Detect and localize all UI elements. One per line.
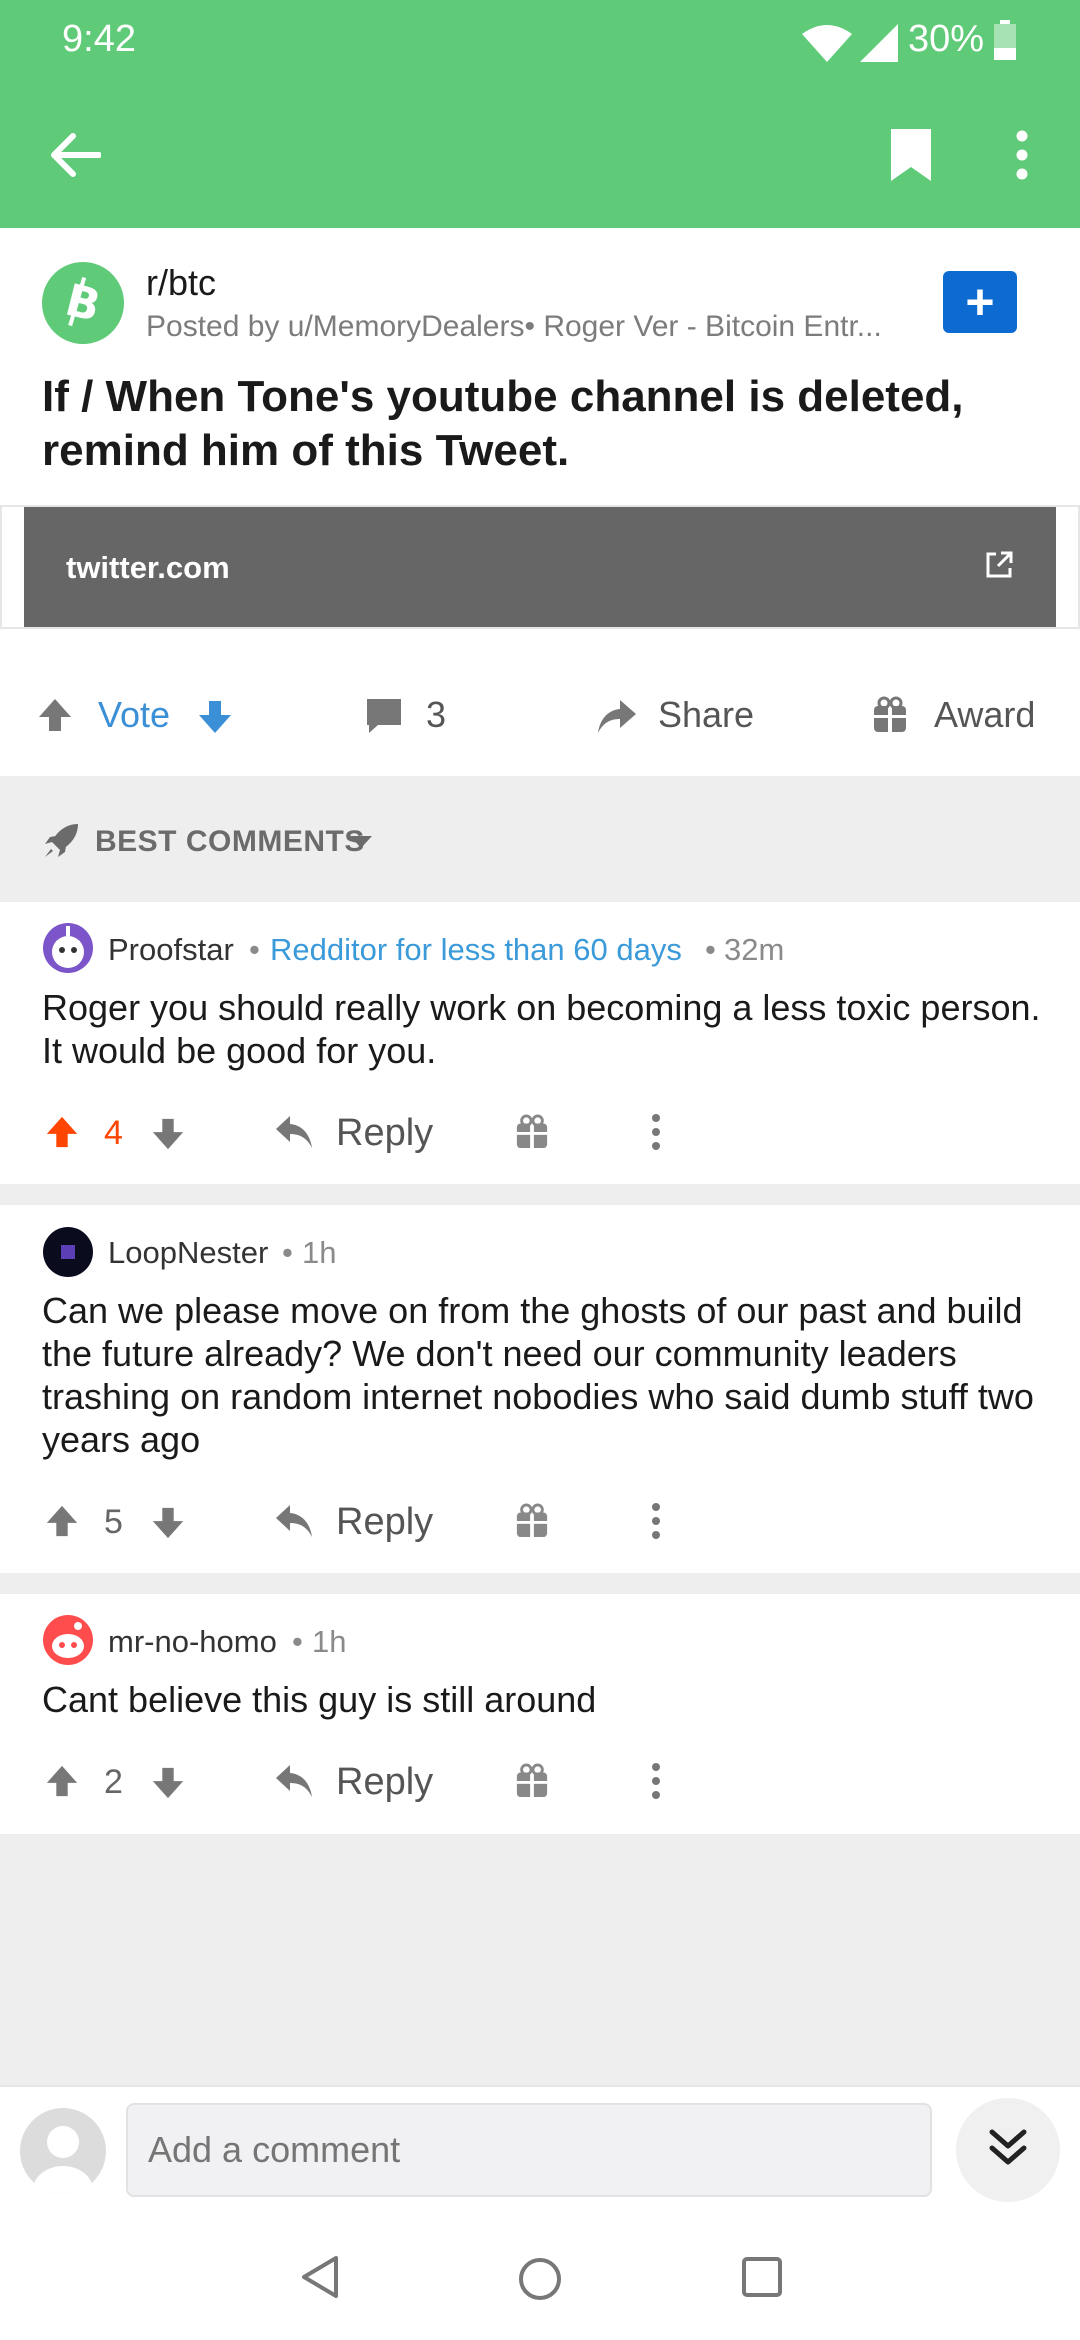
meta-separator: • [292, 1624, 303, 1659]
reply-button[interactable]: Reply [336, 1501, 433, 1544]
reply-icon[interactable] [274, 1114, 314, 1155]
share-label[interactable]: Share [658, 694, 754, 736]
comment-time: 1h [302, 1235, 337, 1270]
upvote-icon[interactable] [44, 1503, 80, 1544]
vote-label: Vote [98, 694, 171, 735]
award-icon[interactable] [515, 1114, 549, 1155]
downvote-icon[interactable] [150, 1116, 186, 1157]
user-avatar[interactable] [20, 2108, 106, 2194]
more-options-icon[interactable] [650, 1112, 662, 1157]
external-link-icon[interactable] [984, 550, 1014, 585]
award-icon[interactable] [515, 1763, 549, 1804]
comment-body: Can we please move on from the ghosts of… [42, 1290, 1034, 1460]
upvote-icon[interactable] [44, 1114, 80, 1155]
reply-button[interactable]: Reply [336, 1112, 433, 1155]
more-options-icon[interactable] [650, 1761, 662, 1806]
upvote-icon[interactable] [44, 1763, 80, 1804]
subreddit-avatar[interactable]: B [42, 262, 124, 344]
comment-score: 5 [104, 1503, 123, 1541]
nav-back-icon[interactable] [298, 2254, 342, 2305]
link-domain[interactable]: twitter.com [66, 550, 230, 586]
author-flair: Redditor for less than 60 days [270, 932, 682, 967]
comment-time: 1h [312, 1624, 347, 1659]
status-time: 9:42 [62, 18, 136, 60]
comment-input[interactable] [126, 2103, 932, 2197]
bookmark-icon[interactable] [880, 120, 942, 190]
battery-percent: 30% [908, 18, 985, 60]
comment-icon[interactable] [364, 696, 404, 741]
comment-body: Roger you should really work on becoming… [42, 987, 1041, 1071]
subreddit-name[interactable]: r/btc [146, 262, 216, 304]
cell-signal-icon [858, 22, 900, 69]
comment-score: 4 [104, 1114, 123, 1152]
wifi-icon [800, 24, 854, 69]
meta-separator: • [282, 1235, 293, 1270]
scroll-down-button[interactable] [956, 2098, 1060, 2202]
comment-score: 2 [104, 1763, 123, 1801]
comment-time: 32m [724, 932, 785, 967]
sort-label[interactable]: BEST COMMENTS [95, 825, 365, 859]
posted-by[interactable]: Posted by u/MemoryDealers• Roger Ver - B… [146, 310, 882, 344]
double-chevron-down-icon [986, 2126, 1030, 2175]
join-button[interactable]: + [943, 271, 1017, 333]
more-options-icon[interactable] [650, 1501, 662, 1546]
comment-author[interactable]: LoopNester [108, 1235, 268, 1271]
chevron-down-icon[interactable] [348, 834, 374, 855]
nav-recents-icon[interactable] [741, 2256, 783, 2303]
upvote-icon[interactable] [36, 696, 74, 739]
meta-separator: • [705, 932, 716, 967]
post-title: If / When Tone's youtube channel is dele… [42, 372, 964, 475]
downvote-icon[interactable] [150, 1765, 186, 1806]
reply-button[interactable]: Reply [336, 1761, 433, 1804]
back-arrow-icon[interactable] [40, 120, 110, 190]
share-icon[interactable] [596, 696, 638, 741]
rocket-icon[interactable] [42, 822, 80, 865]
comment-body: Cant believe this guy is still around [42, 1679, 597, 1720]
comment-author[interactable]: Proofstar [108, 932, 234, 968]
award-icon[interactable] [515, 1503, 549, 1544]
overflow-menu-icon[interactable] [1000, 120, 1044, 190]
nav-home-icon[interactable] [517, 2256, 563, 2307]
comment-count[interactable]: 3 [426, 694, 446, 736]
downvote-icon[interactable] [196, 698, 234, 741]
avatar[interactable] [42, 1226, 94, 1283]
meta-separator: • [249, 932, 260, 967]
award-icon[interactable] [872, 696, 908, 739]
award-label[interactable]: Award [934, 694, 1035, 736]
avatar[interactable] [42, 1614, 94, 1671]
avatar[interactable] [42, 922, 94, 979]
battery-icon [994, 20, 1016, 65]
reply-icon[interactable] [274, 1503, 314, 1544]
downvote-icon[interactable] [150, 1505, 186, 1546]
reply-icon[interactable] [274, 1763, 314, 1804]
comment-author[interactable]: mr-no-homo [108, 1624, 277, 1660]
